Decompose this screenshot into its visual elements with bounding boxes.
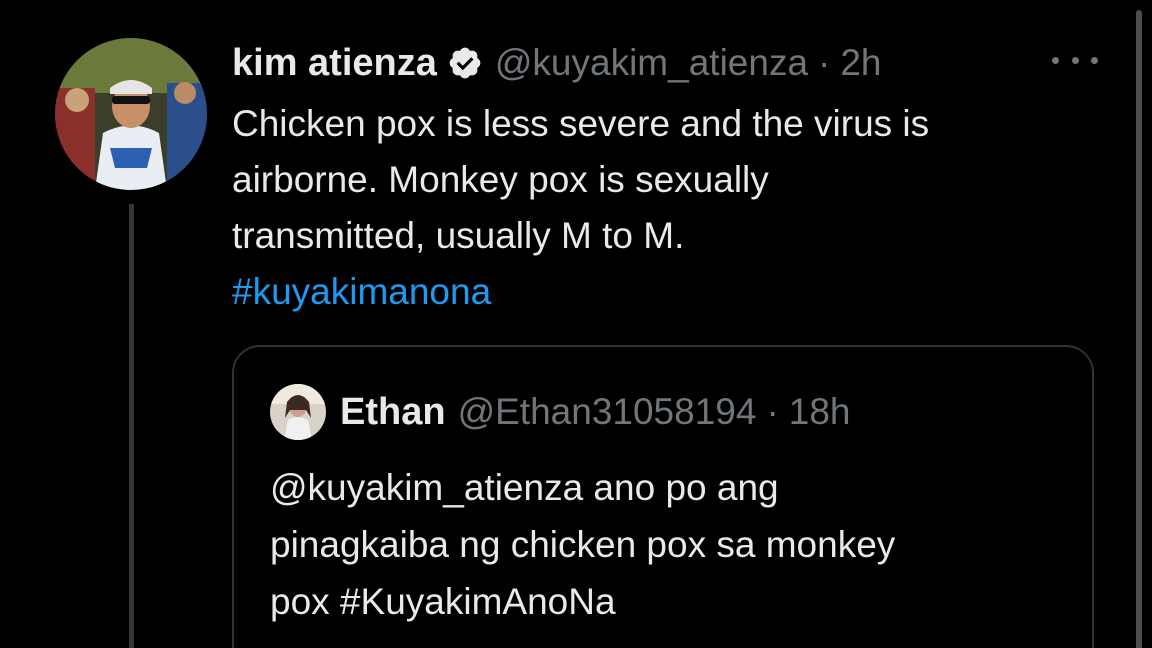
tweet-timestamp[interactable]: 2h bbox=[840, 42, 881, 84]
quoted-tweet-body: @kuyakim_atienza ano po ang pinagkaiba n… bbox=[270, 459, 1070, 630]
more-options-icon[interactable] bbox=[1052, 48, 1098, 72]
author-avatar[interactable] bbox=[55, 38, 207, 190]
tweet-header: kim atienza @kuyakim_atienza · 2h bbox=[232, 40, 882, 86]
quoted-text-line: pinagkaiba ng chicken pox sa monkey bbox=[270, 524, 896, 565]
tweet-body: Chicken pox is less severe and the virus… bbox=[232, 96, 1102, 320]
verified-badge-icon bbox=[447, 45, 483, 81]
hashtag-link[interactable]: #kuyakimanona bbox=[232, 264, 1102, 320]
tweet-text-line: airborne. Monkey pox is sexually bbox=[232, 159, 769, 200]
quoted-text-line: @kuyakim_atienza ano po ang bbox=[270, 467, 779, 508]
quoted-author-name: Ethan bbox=[340, 390, 446, 433]
quoted-tweet-timestamp: 18h bbox=[788, 391, 851, 432]
quoted-author-handle: @Ethan31058194 bbox=[457, 391, 757, 432]
more-dot bbox=[1052, 56, 1059, 64]
author-handle[interactable]: @kuyakim_atienza bbox=[495, 42, 808, 84]
more-dot bbox=[1091, 56, 1098, 64]
quoted-author-avatar bbox=[270, 384, 326, 440]
quoted-tweet-card[interactable]: Ethan @Ethan31058194 · 18h @kuyakim_atie… bbox=[232, 345, 1094, 648]
scrollbar[interactable] bbox=[1136, 10, 1142, 648]
quoted-text-line: pox #KuyakimAnoNa bbox=[270, 581, 616, 622]
tweet-text-line: transmitted, usually M to M. bbox=[232, 215, 685, 256]
author-display-name[interactable]: kim atienza bbox=[232, 42, 437, 85]
quoted-tweet-header: Ethan @Ethan31058194 · 18h bbox=[270, 384, 851, 440]
header-separator: · bbox=[818, 42, 831, 83]
more-dot bbox=[1071, 56, 1079, 64]
quoted-header-separator: · bbox=[766, 391, 779, 432]
tweet-text-line: Chicken pox is less severe and the virus… bbox=[232, 103, 930, 144]
tweet-thread-view: kim atienza @kuyakim_atienza · 2h Chicke… bbox=[0, 0, 1152, 648]
thread-connector-line bbox=[129, 204, 134, 648]
